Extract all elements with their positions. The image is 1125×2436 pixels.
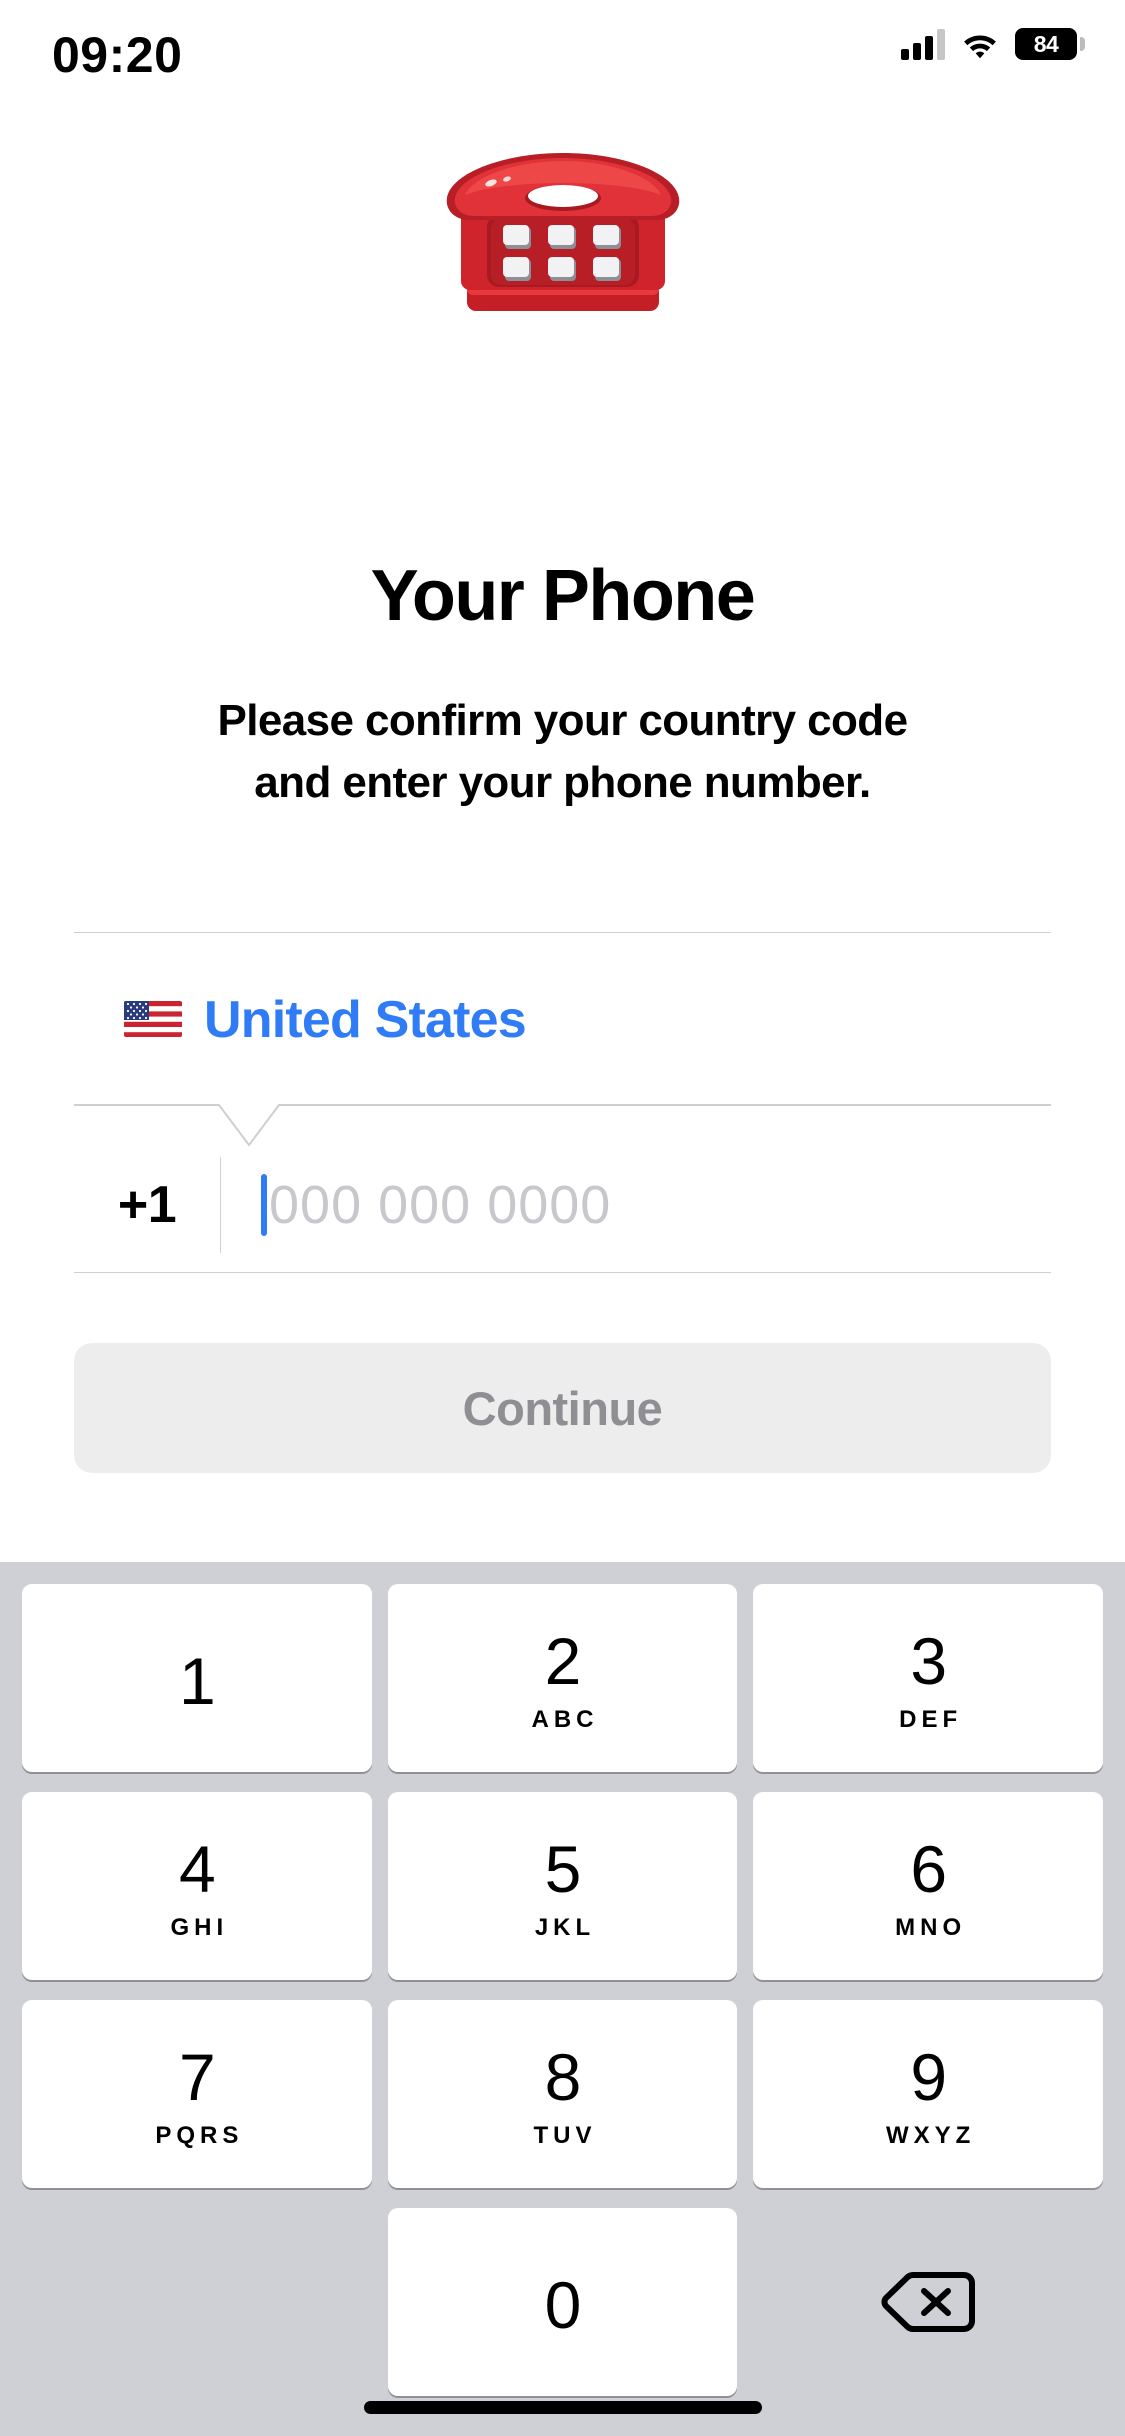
country-code-label: +1 — [117, 1176, 177, 1234]
keypad-key-7[interactable]: 7 PQRS — [22, 2000, 372, 2188]
key-letters: TUV — [533, 2122, 597, 2149]
key-letters: DEF — [899, 1706, 963, 1733]
wifi-icon — [961, 29, 999, 59]
phone-number-entry-screen: 09:20 84 Your Phone Please confirm your … — [0, 0, 1125, 2436]
key-digit: 3 — [910, 1624, 947, 1698]
keypad-key-4[interactable]: 4 GHI — [22, 1792, 372, 1980]
keypad-row: 4 GHI 5 JKL 6 MNO — [14, 1792, 1111, 2000]
keypad-key-1[interactable]: 1 — [22, 1584, 372, 1772]
key-digit: 8 — [544, 2040, 582, 2114]
status-bar: 09:20 84 — [0, 0, 1125, 110]
key-letters: PQRS — [155, 2122, 244, 2149]
key-letters: MNO — [895, 1914, 967, 1941]
key-digit: 7 — [178, 2040, 216, 2114]
continue-button-label: Continue — [462, 1381, 663, 1435]
page-subtitle-line-2: and enter your phone number. — [254, 758, 871, 807]
battery-icon: 84 — [1015, 28, 1085, 60]
key-letters: JKL — [534, 1914, 596, 1941]
phone-number-input[interactable]: 000 000 0000 — [269, 1174, 611, 1236]
us-flag-emoji — [124, 1001, 182, 1037]
keypad-key-0[interactable]: 0 — [387, 2208, 738, 2396]
keypad-row: 1 2 ABC 3 DEF — [14, 1584, 1111, 1792]
key-digit: 0 — [544, 2268, 582, 2342]
keypad-spacer — [22, 2208, 372, 2396]
home-indicator — [363, 2401, 762, 2414]
field-separator — [220, 1157, 221, 1253]
page-subtitle-line-1: Please confirm your country code — [217, 696, 909, 745]
key-letters: GHI — [170, 1914, 229, 1941]
hero-illustration — [0, 140, 1125, 320]
keypad-key-8[interactable]: 8 TUV — [387, 2000, 738, 2188]
key-digit: 2 — [544, 1624, 582, 1698]
form-divider-top — [74, 932, 1051, 933]
key-digit: 4 — [178, 1832, 216, 1906]
keypad-key-3[interactable]: 3 DEF — [753, 1584, 1104, 1772]
form-divider-bottom — [74, 1272, 1051, 1273]
backspace-delete-button[interactable] — [753, 2208, 1103, 2396]
numeric-keypad: 1 2 ABC 3 DEF 4 GHI 5 JKL 6 MNO 7 PQRS 8… — [0, 1562, 1125, 2436]
telephone-emoji — [446, 152, 679, 311]
text-cursor — [261, 1174, 267, 1236]
keypad-key-5[interactable]: 5 JKL — [387, 1792, 738, 1980]
backspace-delete-icon — [881, 2272, 976, 2332]
key-digit: 9 — [910, 2040, 947, 2114]
country-name-label: United States — [204, 991, 527, 1049]
key-digit: 1 — [178, 1644, 216, 1718]
battery-percent-label: 84 — [1033, 30, 1059, 57]
keypad-row: 7 PQRS 8 TUV 9 WXYZ — [14, 2000, 1111, 2208]
keypad-row: 0 — [14, 2208, 1111, 2416]
phone-number-field-row[interactable]: +1 000 000 0000 — [74, 1150, 1051, 1260]
keypad-key-delete[interactable] — [753, 2208, 1103, 2396]
status-bar-indicators: 84 — [901, 28, 1085, 60]
status-bar-time: 09:20 — [52, 27, 183, 83]
page-title: Your Phone — [370, 556, 756, 636]
keypad-key-9[interactable]: 9 WXYZ — [753, 2000, 1104, 2188]
keypad-key-2[interactable]: 2 ABC — [387, 1584, 738, 1772]
page-subtitle: Please confirm your country code and ent… — [0, 690, 1125, 814]
form-divider-notched — [74, 1104, 1051, 1148]
key-letters: ABC — [531, 1706, 599, 1733]
continue-button[interactable]: Continue — [74, 1343, 1051, 1473]
cellular-bars-icon — [901, 28, 945, 60]
key-digit: 6 — [910, 1832, 947, 1906]
keypad-key-6[interactable]: 6 MNO — [753, 1792, 1104, 1980]
key-letters: WXYZ — [886, 2122, 976, 2149]
key-digit: 5 — [544, 1832, 582, 1906]
country-selector[interactable]: United States — [74, 975, 1051, 1065]
